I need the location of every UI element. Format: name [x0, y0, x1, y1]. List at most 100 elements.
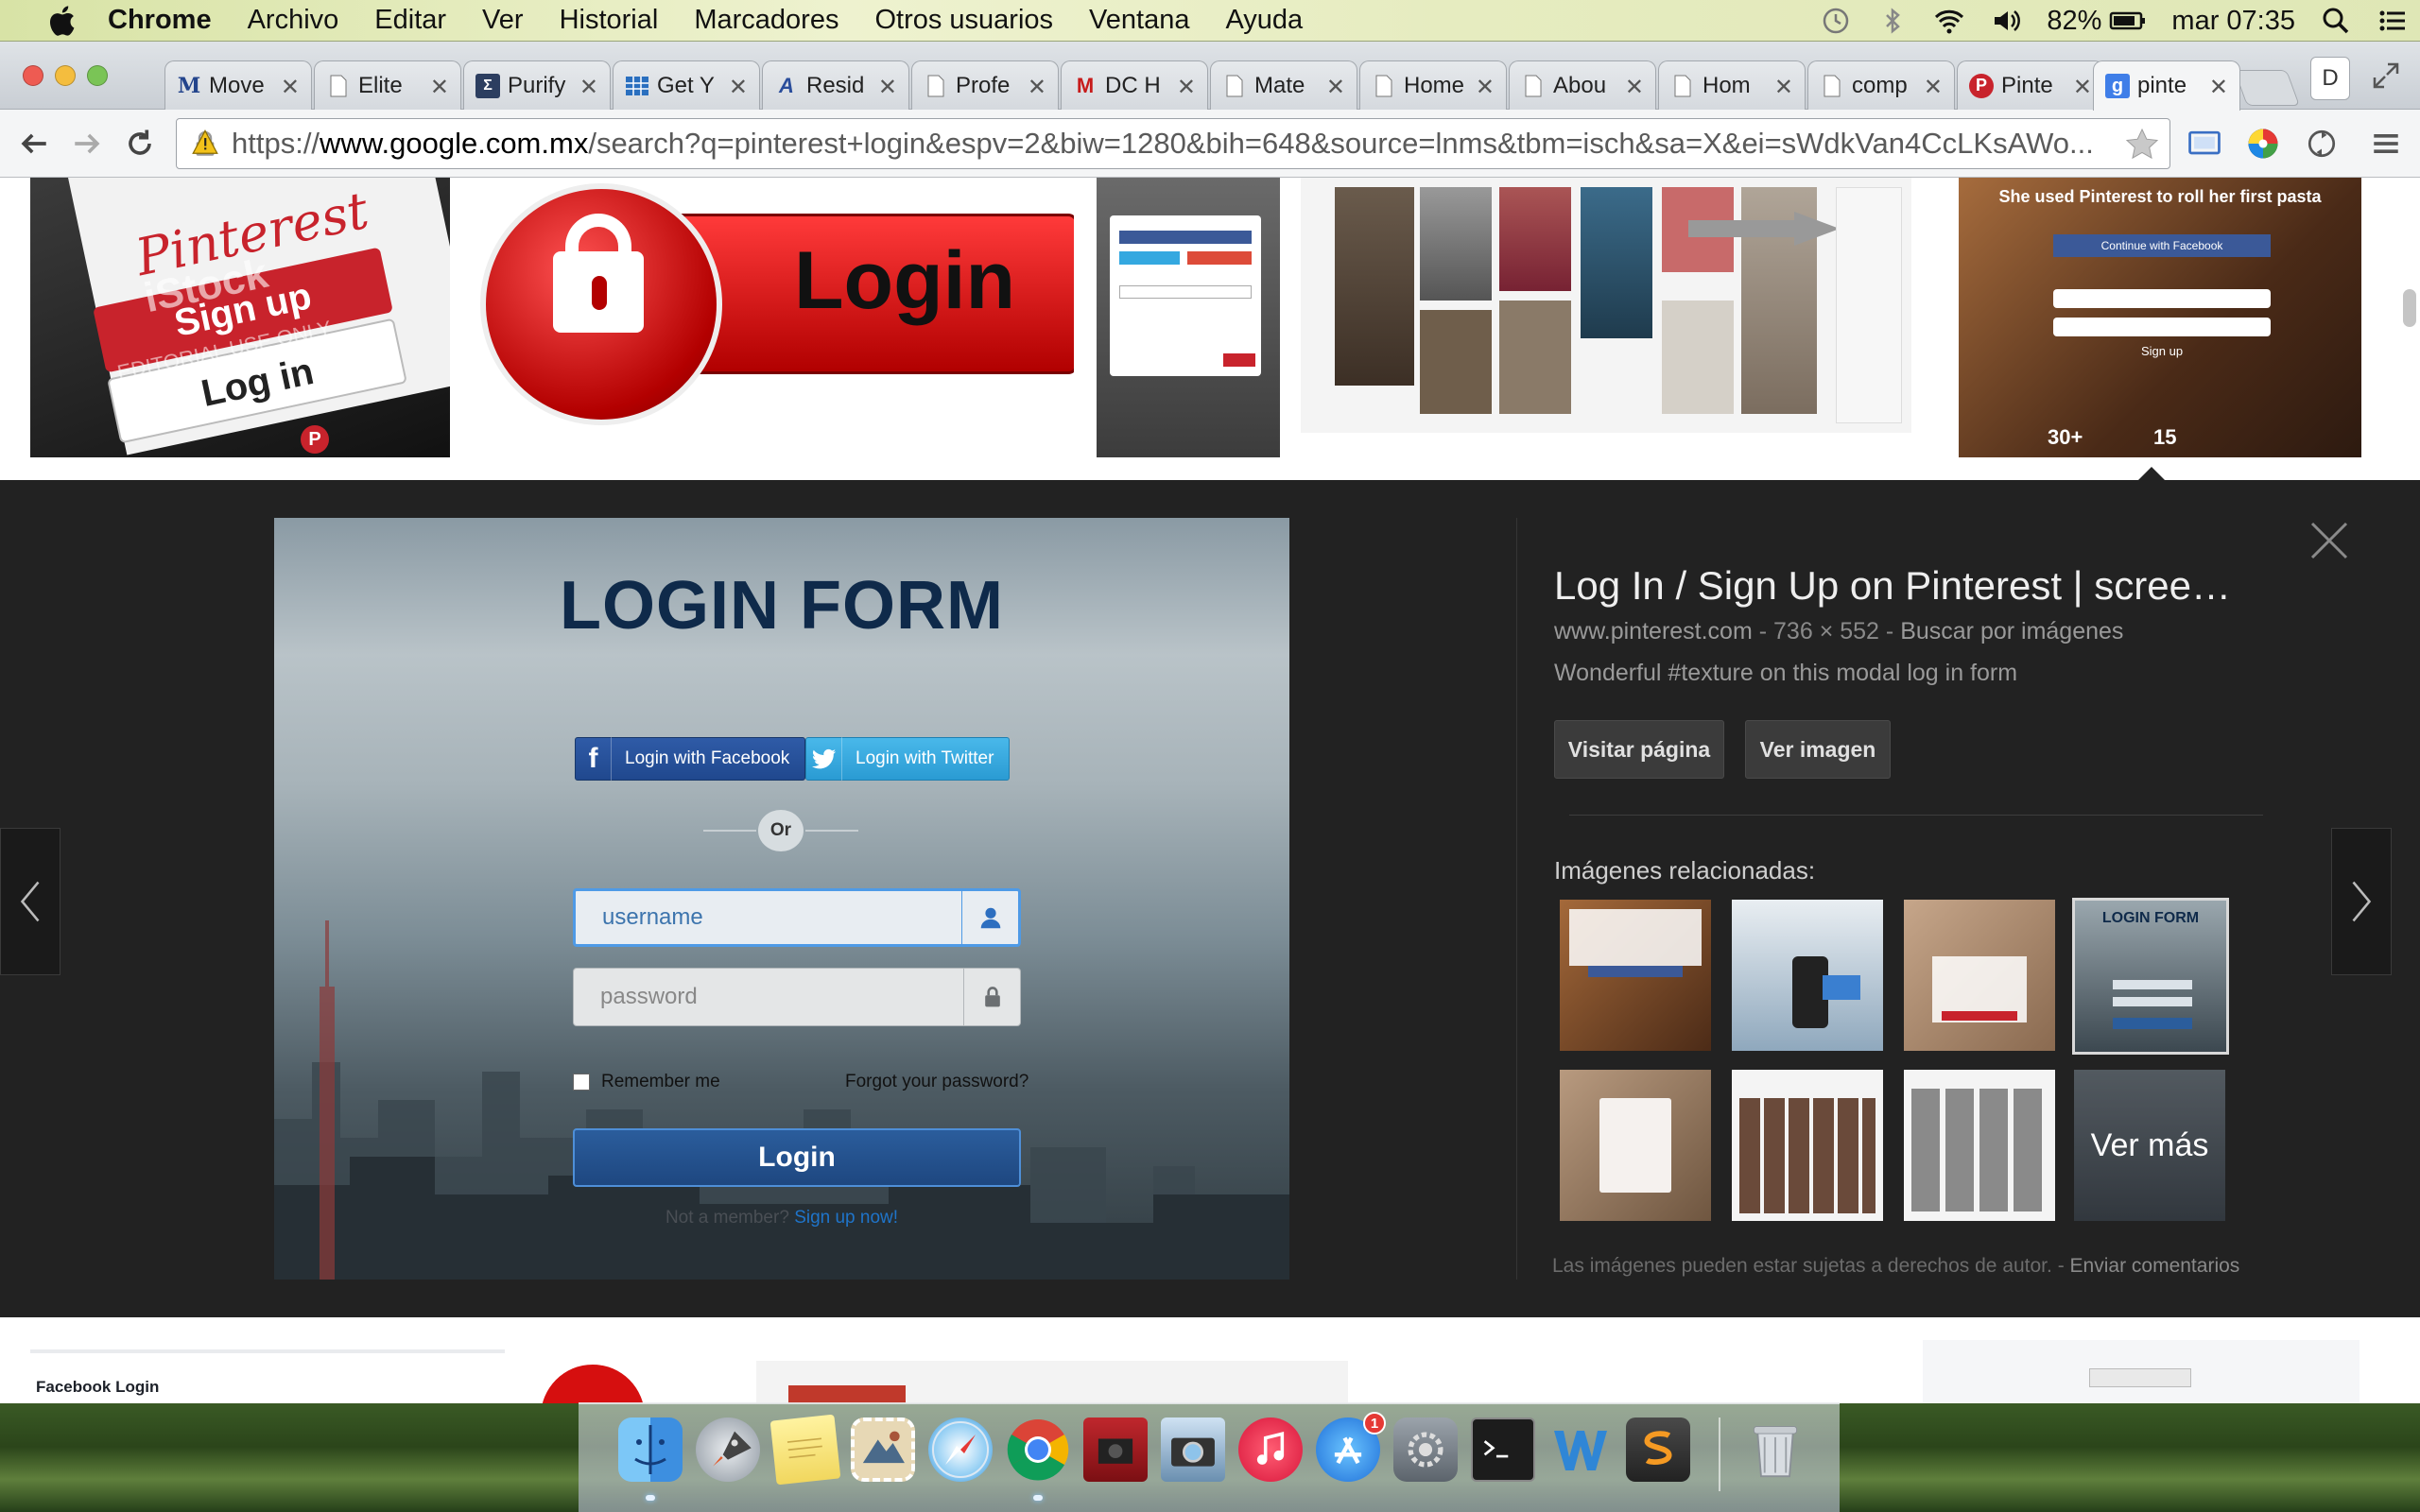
tab-close-icon[interactable]: ✕ [1924, 74, 1943, 101]
tab-elite[interactable]: Elite ✕ [314, 60, 461, 110]
menu-historial[interactable]: Historial [560, 5, 659, 36]
battery-percent[interactable]: 82% [2047, 6, 2101, 37]
sync-extension-icon[interactable] [2301, 123, 2342, 164]
result-thumb-facebook-login[interactable]: Facebook Login [30, 1349, 505, 1403]
omnibox[interactable]: https://www.google.com.mx/search?q=pinte… [176, 118, 2170, 169]
menu-ver[interactable]: Ver [482, 5, 524, 36]
battery-icon[interactable] [2109, 5, 2147, 37]
color-wheel-extension-icon[interactable] [2242, 123, 2284, 164]
close-window-button[interactable] [23, 65, 43, 86]
menu-marcadores[interactable]: Marcadores [694, 5, 838, 36]
new-tab-button[interactable] [2234, 70, 2300, 106]
tab-pinterest[interactable]: P Pinte ✕ [1957, 60, 2104, 110]
menu-editar[interactable]: Editar [374, 5, 446, 36]
wifi-icon[interactable] [1933, 5, 1965, 37]
tab-purify[interactable]: Σ Purify ✕ [463, 60, 611, 110]
reload-icon[interactable] [119, 123, 161, 164]
bookmark-star-icon[interactable] [2124, 127, 2160, 163]
tab-get[interactable]: Get Y ✕ [613, 60, 760, 110]
finder-icon[interactable] [618, 1418, 683, 1482]
tab-home-2[interactable]: Hom ✕ [1658, 60, 1806, 110]
tab-close-icon[interactable]: ✕ [1028, 74, 1046, 101]
profile-button[interactable]: D [2310, 57, 2350, 100]
tab-mate[interactable]: Mate ✕ [1210, 60, 1357, 110]
next-image-button[interactable] [2331, 828, 2392, 975]
preview-title[interactable]: Log In / Sign Up on Pinterest | scree… [1554, 563, 2231, 609]
related-image[interactable] [1560, 1070, 1711, 1221]
image-capture-icon[interactable] [1161, 1418, 1225, 1482]
tab-close-icon[interactable]: ✕ [2209, 74, 2228, 101]
tab-profe[interactable]: Profe ✕ [911, 60, 1059, 110]
time-machine-icon[interactable] [1820, 5, 1852, 37]
tab-move[interactable]: M Move ✕ [164, 60, 312, 110]
result-thumb-pasta-signup[interactable]: She used Pinterest to roll her first pas… [1959, 178, 2361, 457]
word-icon[interactable] [1548, 1418, 1613, 1482]
trash-icon[interactable] [1743, 1418, 1807, 1482]
previous-image-button[interactable] [0, 828, 60, 975]
sublime-text-icon[interactable] [1626, 1418, 1690, 1482]
menu-ventana[interactable]: Ventana [1089, 5, 1189, 36]
tab-close-icon[interactable]: ✕ [1774, 74, 1793, 101]
zoom-window-button[interactable] [87, 65, 108, 86]
related-image[interactable] [1904, 900, 2055, 1051]
tab-google-search[interactable]: g pinte ✕ [2093, 60, 2240, 111]
tab-dc[interactable]: M DC H ✕ [1061, 60, 1208, 110]
chrome-menu-icon[interactable] [2365, 123, 2407, 164]
result-thumb-login-lock[interactable]: Login [473, 178, 1074, 437]
related-image[interactable] [1904, 1070, 2055, 1221]
tab-close-icon[interactable]: ✕ [579, 74, 598, 101]
tab-close-icon[interactable]: ✕ [878, 74, 897, 101]
result-thumb-pinterest-phone[interactable]: Pinterest Sign up Log in iStock EDITORIA… [30, 178, 450, 457]
tab-close-icon[interactable]: ✕ [2073, 74, 2092, 101]
preview-main-image[interactable]: LOGIN FORM f Login with Facebook Login w… [274, 518, 1289, 1280]
photo-booth-icon[interactable] [1083, 1418, 1148, 1482]
page-scrollbar[interactable] [2403, 289, 2416, 327]
spotlight-icon[interactable] [2320, 5, 2352, 37]
stickies-icon[interactable] [769, 1414, 841, 1486]
search-by-image-link[interactable]: Buscar por imágenes [1900, 618, 2123, 644]
related-image[interactable] [1560, 900, 1711, 1051]
tab-close-icon[interactable]: ✕ [729, 74, 748, 101]
tab-resid[interactable]: A Resid ✕ [762, 60, 909, 110]
chrome-icon[interactable] [1006, 1418, 1070, 1482]
cast-icon[interactable] [2184, 123, 2225, 164]
safari-icon[interactable] [928, 1418, 993, 1482]
clock[interactable]: mar 07:35 [2171, 6, 2295, 37]
terminal-icon[interactable] [1471, 1418, 1535, 1482]
result-thumb-red-circle[interactable] [527, 1340, 734, 1403]
tab-home-1[interactable]: Home ✕ [1359, 60, 1507, 110]
system-preferences-icon[interactable] [1393, 1418, 1458, 1482]
tab-close-icon[interactable]: ✕ [281, 74, 300, 101]
menu-archivo[interactable]: Archivo [248, 5, 339, 36]
menu-app-chrome[interactable]: Chrome [108, 5, 212, 36]
related-image-selected[interactable]: LOGIN FORM [2072, 898, 2229, 1055]
tab-close-icon[interactable]: ✕ [1625, 74, 1644, 101]
view-image-button[interactable]: Ver imagen [1745, 720, 1891, 779]
related-image[interactable] [1732, 1070, 1883, 1221]
fullscreen-icon[interactable] [2369, 59, 2403, 93]
related-image[interactable] [1732, 900, 1883, 1051]
volume-icon[interactable] [1990, 5, 2022, 37]
see-more-related[interactable]: Ver más [2074, 1070, 2225, 1221]
menu-ayuda[interactable]: Ayuda [1225, 5, 1303, 36]
mail-stamp-icon[interactable] [851, 1418, 915, 1482]
result-thumb-browser[interactable] [1923, 1340, 2360, 1403]
result-thumb-modal[interactable] [1097, 178, 1280, 457]
tab-close-icon[interactable]: ✕ [1326, 74, 1345, 101]
visit-page-button[interactable]: Visitar página [1554, 720, 1724, 779]
source-site-link[interactable]: www.pinterest.com [1554, 618, 1753, 644]
result-thumb-pin-grid[interactable] [1301, 178, 1911, 433]
result-thumb-web-page[interactable] [756, 1361, 1348, 1403]
warning-lock-icon[interactable] [184, 123, 226, 164]
menu-otros-usuarios[interactable]: Otros usuarios [874, 5, 1053, 36]
send-feedback-link[interactable]: Enviar comentarios [2070, 1255, 2240, 1277]
bluetooth-icon[interactable] [1876, 5, 1909, 37]
minimize-window-button[interactable] [55, 65, 76, 86]
back-icon[interactable] [13, 123, 55, 164]
app-store-icon[interactable]: 1 [1316, 1412, 1386, 1482]
tab-close-icon[interactable]: ✕ [1177, 74, 1196, 101]
close-preview-icon[interactable] [2307, 518, 2352, 563]
tab-close-icon[interactable]: ✕ [1476, 74, 1495, 101]
notification-center-icon[interactable] [2377, 5, 2409, 37]
tab-about[interactable]: Abou ✕ [1509, 60, 1656, 110]
